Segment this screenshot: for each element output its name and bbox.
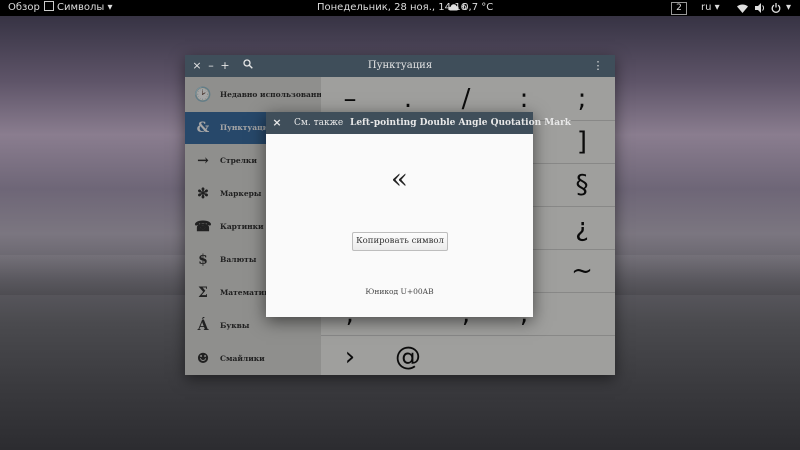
- unicode-codepoint: Юникод U+00AB: [365, 287, 434, 296]
- app-menu[interactable]: Символы ▾: [44, 0, 113, 16]
- close-icon[interactable]: ×: [271, 112, 283, 134]
- see-also-button[interactable]: См. также: [294, 112, 343, 134]
- cloud-icon: [448, 4, 459, 11]
- window-header: × – + Пунктуация ⋮: [185, 55, 615, 77]
- chevron-down-icon: ▾: [714, 2, 720, 13]
- dialog-header: × См. также Left-pointing Double Angle Q…: [266, 112, 571, 134]
- kebab-icon[interactable]: ⋮: [592, 59, 604, 73]
- speaker-icon[interactable]: [755, 3, 766, 19]
- copy-character-button[interactable]: Копировать символ: [352, 232, 448, 251]
- grid-icon: [44, 1, 54, 11]
- character-dialog: × См. также Left-pointing Double Angle Q…: [266, 112, 571, 317]
- weather-indicator[interactable]: 0,7 °C: [448, 0, 493, 16]
- top-bar: Обзор Символы ▾ Понедельник, 28 ноя., 14…: [0, 0, 800, 16]
- app-menu-label: Символы: [57, 2, 105, 13]
- clock[interactable]: Понедельник, 28 ноя., 14:16: [317, 0, 467, 16]
- activities-button[interactable]: Обзор: [8, 0, 40, 16]
- dialog-title: Left-pointing Double Angle Quotation Mar…: [350, 118, 572, 128]
- power-icon[interactable]: [771, 3, 781, 19]
- wifi-icon[interactable]: [737, 3, 748, 19]
- workspace-indicator[interactable]: 2: [671, 2, 687, 15]
- chevron-down-icon: ▾: [786, 2, 792, 13]
- weather-temperature: 0,7 °C: [462, 2, 494, 13]
- chevron-down-icon: ▾: [107, 2, 113, 13]
- window-title: Пунктуация: [367, 60, 433, 71]
- language-indicator[interactable]: ru ▾: [701, 0, 720, 16]
- character-preview: «: [390, 162, 409, 195]
- language-label: ru: [701, 2, 712, 13]
